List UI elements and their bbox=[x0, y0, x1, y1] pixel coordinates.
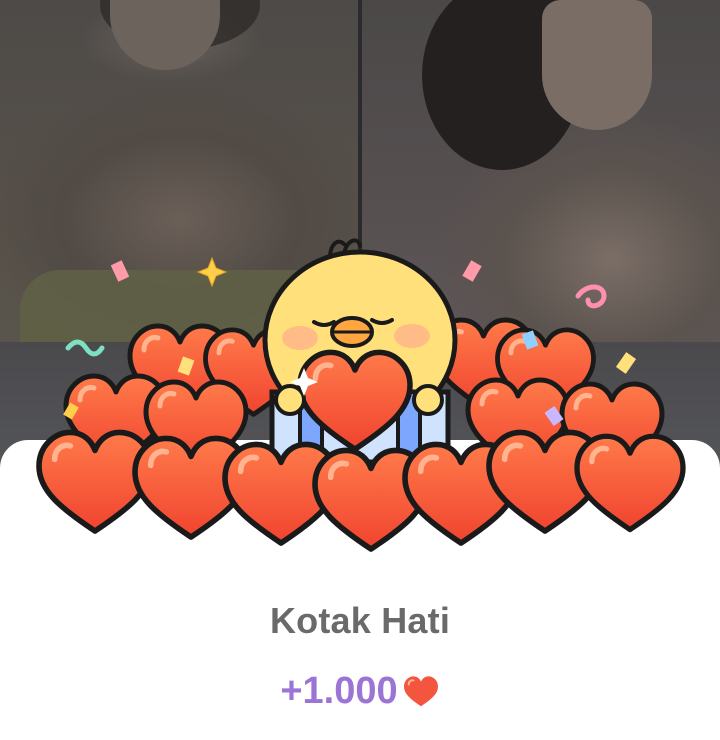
heart-icon bbox=[403, 675, 438, 706]
reward-amount: +1.000 bbox=[280, 670, 398, 712]
background-photo-left bbox=[0, 0, 358, 360]
reward-title: Kotak Hati bbox=[269, 600, 451, 641]
background-photo-right bbox=[362, 0, 720, 360]
reward-amount-row: +1.000 bbox=[0, 670, 720, 713]
